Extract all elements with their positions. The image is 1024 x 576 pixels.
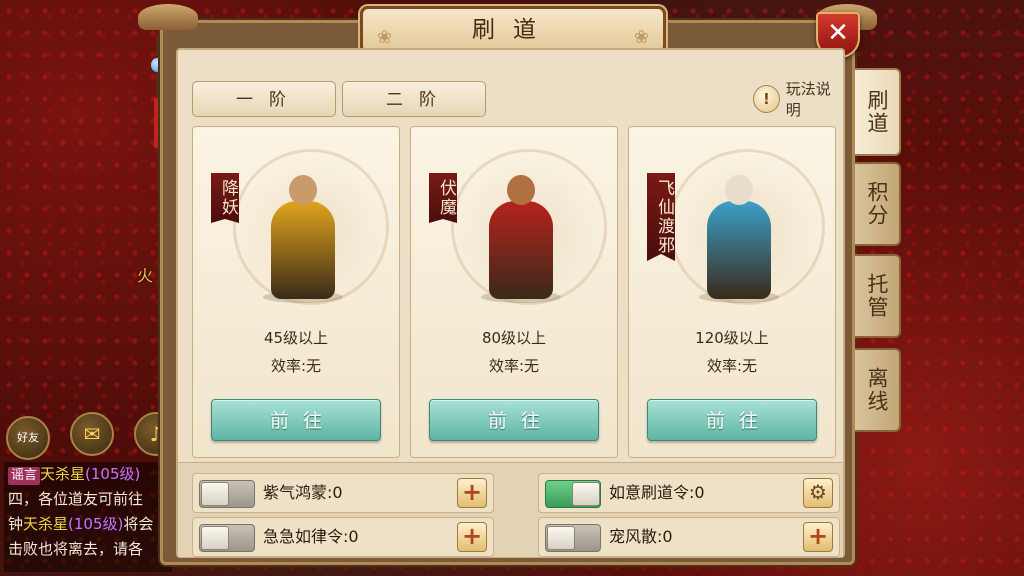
chat-controls: 好友 ✉ ♪ (6, 412, 178, 462)
tab-auto-hosting[interactable]: 托管 (855, 254, 901, 338)
corner-ornament-left (138, 4, 198, 30)
dialog-title-plate: ❀ 刷道 ❀ (360, 6, 666, 54)
dialog-title: 刷道 (472, 17, 554, 43)
item-count-label: 如意刷道令:0 (609, 483, 705, 502)
exclamation-icon: ! (753, 85, 780, 113)
card-devil-taming: 伏魔 80级以上 效率:无 前往 (410, 126, 618, 458)
tab-offline[interactable]: 离线 (855, 348, 901, 432)
chat-line: 击败也将离去，请各 (8, 540, 144, 558)
player-level: (105级) (85, 465, 141, 483)
card-immortal-exorcism: 飞仙渡邪 120级以上 效率:无 前往 (628, 126, 836, 458)
go-button[interactable]: 前往 (211, 399, 381, 441)
go-button[interactable]: 前往 (647, 399, 817, 441)
dialog-body: 一阶 二阶 ! 玩法说明 降妖 45级以上 效率:无 前往 伏魔 80级以上 效… (176, 48, 845, 558)
card-banner: 飞仙渡邪 (647, 173, 675, 261)
auto-use-toggle[interactable] (545, 480, 601, 508)
player-name[interactable]: 天杀星 (23, 515, 68, 533)
chat-bubble-icon[interactable]: ✉ (70, 412, 114, 456)
item-count-label: 紫气鸿蒙:0 (263, 483, 343, 502)
go-button[interactable]: 前往 (429, 399, 599, 441)
auto-use-toggle[interactable] (199, 524, 255, 552)
item-row-pet-wind: 宠风散:0 + (538, 517, 840, 557)
brushing-dialog: ❀ 刷道 ❀ ✕ 一阶 二阶 ! 玩法说明 降妖 45级以上 效率:无 前往 伏… (138, 4, 877, 565)
plus-icon[interactable]: + (803, 522, 833, 552)
chat-log[interactable]: 谣言 天杀星(105级) 四，各位道友可前往 钟天杀星(105级)将会 击败也将离… (4, 462, 172, 572)
auto-use-toggle[interactable] (199, 480, 255, 508)
plus-icon[interactable]: + (457, 478, 487, 508)
chat-line: 谣言 天杀星(105级) (8, 462, 172, 487)
friends-button[interactable]: 好友 (6, 416, 50, 460)
efficiency-text: 效率:无 (488, 357, 540, 375)
tab-stage-one[interactable]: 一阶 (192, 81, 336, 117)
item-count-label: 宠风散:0 (609, 527, 673, 546)
tab-brushing[interactable]: 刷道 (855, 68, 901, 156)
scene-label: 火 (137, 266, 154, 285)
tab-stage-two[interactable]: 二阶 (342, 81, 486, 117)
help-label: 玩法说明 (785, 80, 831, 119)
plus-icon[interactable]: + (457, 522, 487, 552)
level-requirement: 120级以上 (695, 329, 769, 347)
card-banner: 伏魔 (429, 173, 457, 223)
character-portrait (699, 167, 779, 305)
level-requirement: 45级以上 (263, 329, 329, 347)
rumor-tag: 谣言 (8, 467, 41, 485)
item-settings: 紫气鸿蒙:0 + 如意刷道令:0 ⚙ 急急如律令:0 + 宠风散:0 + (178, 462, 843, 557)
item-row-urgent-order: 急急如律令:0 + (192, 517, 494, 557)
chat-line: 四，各位道友可前往 (8, 490, 144, 508)
item-row-ruyi-token: 如意刷道令:0 ⚙ (538, 473, 840, 513)
chat-text: 钟 (8, 515, 24, 533)
tab-points[interactable]: 积分 (855, 162, 901, 246)
auto-use-toggle[interactable] (545, 524, 601, 552)
gear-icon[interactable]: ⚙ (803, 478, 833, 508)
item-count-label: 急急如律令:0 (263, 527, 359, 546)
chat-text: 将会 (123, 515, 154, 533)
item-row-purple-qi: 紫气鸿蒙:0 + (192, 473, 494, 513)
rules-help-button[interactable]: ! 玩法说明 (753, 80, 843, 119)
player-name[interactable]: 天杀星 (40, 465, 85, 483)
character-portrait (263, 167, 343, 305)
friends-label: 好友 (17, 431, 39, 444)
card-banner: 降妖 (211, 173, 239, 223)
player-level: (105级) (68, 515, 124, 533)
character-portrait (481, 167, 561, 305)
level-requirement: 80级以上 (481, 329, 547, 347)
efficiency-text: 效率:无 (706, 357, 758, 375)
chat-line: 钟天杀星(105级)将会 (8, 512, 172, 537)
efficiency-text: 效率:无 (270, 357, 322, 375)
close-icon: ✕ (827, 18, 849, 48)
card-demon-subduing: 降妖 45级以上 效率:无 前往 (192, 126, 400, 458)
